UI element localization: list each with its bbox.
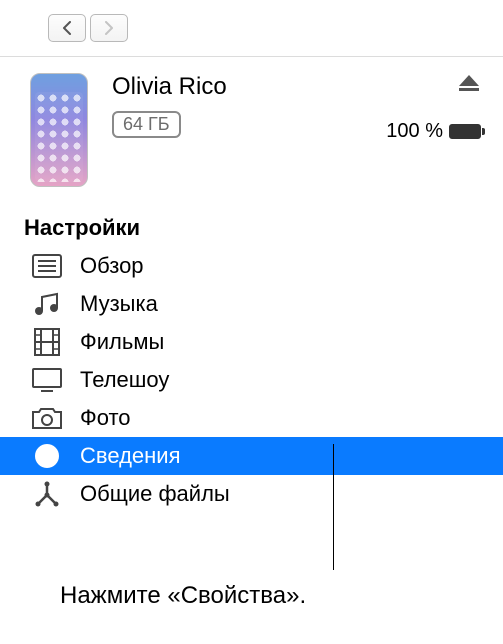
battery-percent: 100 % <box>386 120 443 143</box>
sidebar-item-label: Телешоу <box>80 367 169 393</box>
camera-icon <box>30 404 64 432</box>
callout-text: Нажмите «Свойства». <box>60 582 306 610</box>
device-info: Olivia Rico 64 ГБ <box>88 73 386 138</box>
apps-icon <box>30 480 64 508</box>
sidebar-item-label: Обзор <box>80 253 144 279</box>
device-name: Olivia Rico <box>112 73 386 101</box>
sidebar-item-music[interactable]: Музыка <box>0 285 503 323</box>
sidebar-item-label: Фото <box>80 405 131 431</box>
tv-icon <box>30 366 64 394</box>
device-thumbnail <box>30 73 88 187</box>
info-icon <box>30 442 64 470</box>
forward-button[interactable] <box>90 14 128 42</box>
sidebar-item-movies[interactable]: Фильмы <box>0 323 503 361</box>
list-icon <box>30 252 64 280</box>
sidebar-item-tvshows[interactable]: Телешоу <box>0 361 503 399</box>
callout-leader-line <box>333 444 334 570</box>
sidebar-item-info[interactable]: Сведения <box>0 437 503 475</box>
back-button[interactable] <box>48 14 86 42</box>
sidebar-item-label: Фильмы <box>80 329 164 355</box>
battery-icon <box>449 124 481 139</box>
sidebar-item-overview[interactable]: Обзор <box>0 247 503 285</box>
sidebar-item-label: Сведения <box>80 443 181 469</box>
sidebar-item-photos[interactable]: Фото <box>0 399 503 437</box>
film-icon <box>30 328 64 356</box>
music-icon <box>30 290 64 318</box>
device-header: Olivia Rico 64 ГБ 100 % <box>0 57 503 195</box>
sidebar-item-label: Общие файлы <box>80 481 230 507</box>
battery-status: 100 % <box>386 120 481 143</box>
settings-heading: Настройки <box>0 195 503 247</box>
settings-sidebar: Обзор Музыка Фильмы Телешоу Фото Сведени… <box>0 247 503 513</box>
eject-button[interactable] <box>457 73 481 98</box>
sidebar-item-label: Музыка <box>80 291 158 317</box>
sidebar-item-filesharing[interactable]: Общие файлы <box>0 475 503 513</box>
storage-badge: 64 ГБ <box>112 111 181 138</box>
navigation-toolbar <box>0 0 503 57</box>
